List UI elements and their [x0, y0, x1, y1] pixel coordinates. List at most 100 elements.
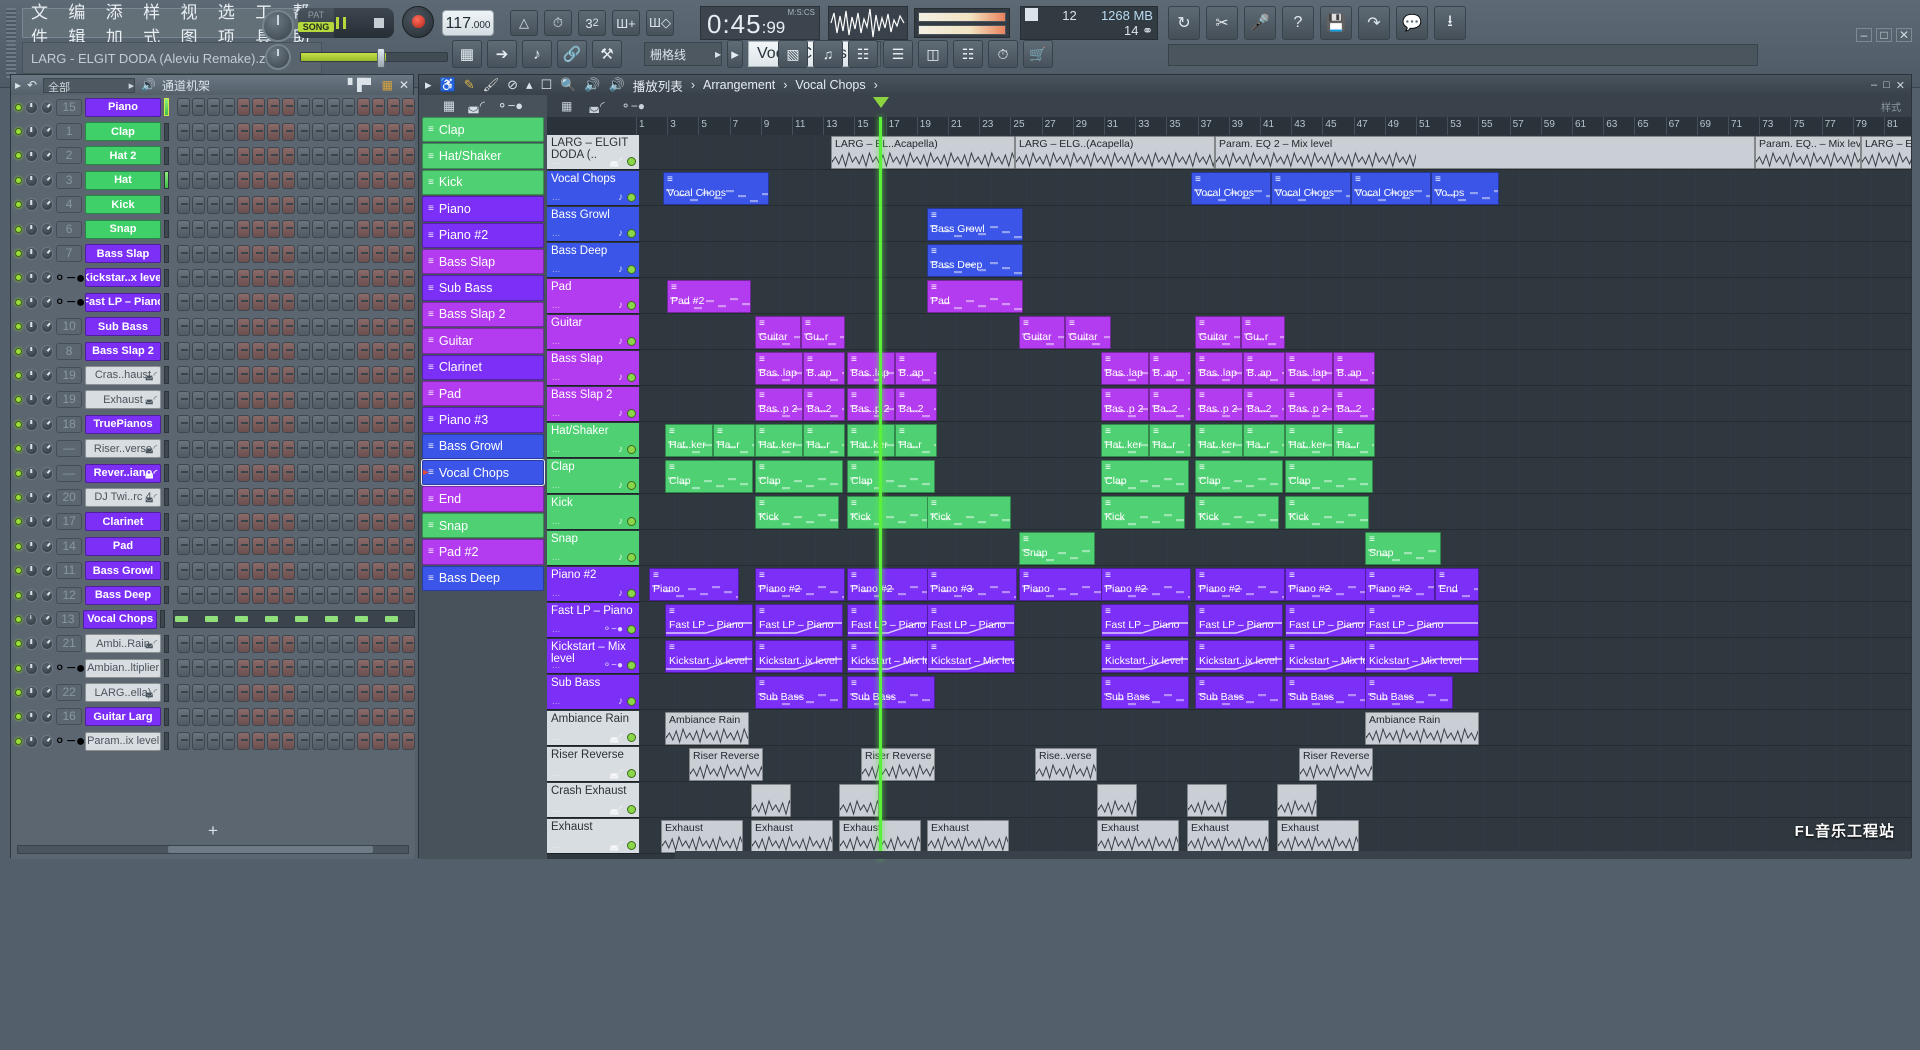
track-enable-led[interactable]	[627, 445, 636, 454]
step-cell[interactable]	[372, 146, 386, 165]
step-cell[interactable]	[192, 146, 206, 165]
step-cell[interactable]	[267, 317, 281, 336]
step-cell[interactable]	[282, 244, 296, 263]
step-cell[interactable]	[282, 146, 296, 165]
channel-pan-knob[interactable]	[24, 344, 38, 358]
step-cell[interactable]	[327, 342, 341, 361]
step-cell[interactable]	[297, 415, 311, 434]
playlist-window-icon[interactable]: ▧	[778, 40, 808, 68]
step-cell[interactable]	[222, 415, 236, 434]
close-rack-button[interactable]: ✕	[399, 78, 409, 92]
playlist-clip[interactable]: Clap	[1195, 460, 1283, 493]
channel-volume-knob[interactable]	[40, 149, 54, 163]
playlist-track[interactable]: Kickstart – Mix level... ⚬−● Kickstart..ix…	[547, 639, 1911, 675]
channel-volume-knob[interactable]	[40, 344, 54, 358]
step-cell[interactable]	[342, 683, 356, 702]
step-cell[interactable]	[342, 366, 356, 385]
playlist-clip[interactable]: LARG – EL..Acapella)	[831, 136, 1015, 169]
step-cell[interactable]	[357, 268, 370, 287]
track-lane[interactable]: Snap Snap	[639, 531, 1911, 566]
playlist-clip[interactable]: Exhaust	[751, 820, 833, 853]
playlist-clip[interactable]: Exhaust	[927, 820, 1009, 853]
track-lane[interactable]: Exhaust Exhaust Exhaust Exhaust Exhaust Exhau…	[639, 819, 1911, 854]
step-cell[interactable]	[312, 561, 326, 580]
undo-icon[interactable]: ↶	[27, 78, 37, 92]
channel-pan-knob[interactable]	[24, 490, 38, 504]
step-cell[interactable]	[267, 439, 281, 458]
step-cell[interactable]	[177, 293, 190, 312]
step-cell[interactable]	[192, 537, 206, 556]
channel-row[interactable]: 19 Cras..haust ◛◜	[11, 363, 415, 387]
step-cell[interactable]	[312, 293, 325, 312]
pattern-list-item[interactable]: ≡ Clarinet	[422, 354, 544, 380]
step-cell[interactable]	[312, 390, 326, 409]
step-cell[interactable]	[177, 537, 191, 556]
step-cell[interactable]	[327, 634, 341, 653]
master-pitch-knob[interactable]	[262, 10, 294, 42]
step-cell[interactable]	[402, 561, 415, 580]
channel-volume-knob[interactable]	[40, 490, 54, 504]
step-cell[interactable]	[357, 683, 371, 702]
playlist-clip[interactable]: Sub Bass	[1365, 676, 1453, 709]
track-header[interactable]: Snap... ♪	[547, 531, 639, 566]
channel-volume-knob[interactable]	[40, 173, 54, 187]
playlist-clip[interactable]: Fast LP – Piano	[1365, 604, 1479, 637]
playlist-clip[interactable]: Bas..p 2	[1101, 388, 1149, 421]
playlist-clip[interactable]: Ha..r	[1243, 424, 1285, 457]
step-cell[interactable]	[297, 122, 311, 141]
step-cell[interactable]	[312, 342, 326, 361]
step-cell[interactable]	[252, 586, 266, 604]
playlist-clip[interactable]: Kickstart – Mix level	[1365, 640, 1479, 673]
pattern-list-item[interactable]: ≡ Bass Deep	[422, 565, 544, 592]
channel-pan-knob[interactable]	[24, 173, 38, 187]
playlist-clip[interactable]: Bas..lap	[1285, 352, 1333, 385]
channel-row[interactable]: ⚬−● Param..ix level	[11, 729, 415, 753]
step-cell[interactable]	[387, 122, 401, 141]
step-cell[interactable]	[177, 195, 191, 214]
step-cell[interactable]	[387, 244, 401, 263]
track-header[interactable]: Bass Growl... ♪	[547, 207, 639, 242]
step-cell[interactable]	[207, 293, 220, 312]
step-cell[interactable]	[327, 293, 340, 312]
track-lane[interactable]: Ambiance Rain Ambiance Rain	[639, 711, 1911, 746]
step-cell[interactable]	[327, 464, 341, 483]
step-cell[interactable]	[192, 317, 206, 336]
channel-name-button[interactable]: Ambian..ltiplier	[85, 658, 162, 678]
playlist-clip[interactable]: Kick	[927, 496, 1011, 529]
step-cell[interactable]	[342, 390, 356, 409]
step-cell[interactable]	[267, 171, 281, 190]
step-cell[interactable]	[295, 616, 308, 623]
channel-enable-led[interactable]	[15, 615, 22, 623]
step-cell[interactable]	[237, 707, 251, 726]
step-cell[interactable]	[312, 98, 326, 117]
playlist-clip[interactable]: Kick	[847, 496, 931, 529]
track-header[interactable]: LARG – ELGIT DODA (..... ◛◜	[547, 135, 639, 170]
playlist-clip[interactable]: Bas..lap	[1101, 352, 1149, 385]
step-cell[interactable]	[177, 268, 190, 287]
step-cell[interactable]	[372, 634, 386, 653]
track-lane[interactable]: KickKickKickKickKickKick	[639, 495, 1911, 530]
step-cell[interactable]	[177, 439, 191, 458]
pattern-prev-icon[interactable]: ▸	[727, 40, 743, 68]
step-cell[interactable]	[222, 439, 236, 458]
pattern-picker-panel[interactable]: ▦ ◛◜ ⚬−● ≡ Clap ≡ Hat/Shaker ≡ Kick ≡ Piano ≡ Pia…	[419, 95, 547, 859]
channel-enable-led[interactable]	[15, 420, 22, 428]
step-cell[interactable]	[282, 195, 296, 214]
playlist-clip[interactable]: Bass Deep	[927, 244, 1023, 277]
step-cell[interactable]	[327, 146, 341, 165]
step-cell[interactable]	[222, 707, 236, 726]
step-cell[interactable]	[207, 537, 221, 556]
step-cell[interactable]	[402, 512, 415, 531]
playlist-clip[interactable]: Bas..p 2	[847, 388, 895, 421]
channel-pan-knob[interactable]	[24, 734, 38, 748]
step-cell[interactable]	[237, 488, 251, 507]
step-cell[interactable]	[312, 366, 326, 385]
playlist-clip[interactable]: Bas..lap	[847, 352, 895, 385]
step-sequencer-row[interactable]	[177, 488, 415, 507]
step-cell[interactable]	[372, 390, 386, 409]
channel-name-button[interactable]: Param..ix level	[85, 731, 162, 751]
playlist-track[interactable]: Bass Slap 2...♪Bas..p 2Ba..2Bas..p 2Ba..…	[547, 387, 1911, 423]
step-cell[interactable]	[387, 415, 401, 434]
step-cell[interactable]	[312, 512, 326, 531]
channel-pan-knob[interactable]	[24, 247, 38, 261]
